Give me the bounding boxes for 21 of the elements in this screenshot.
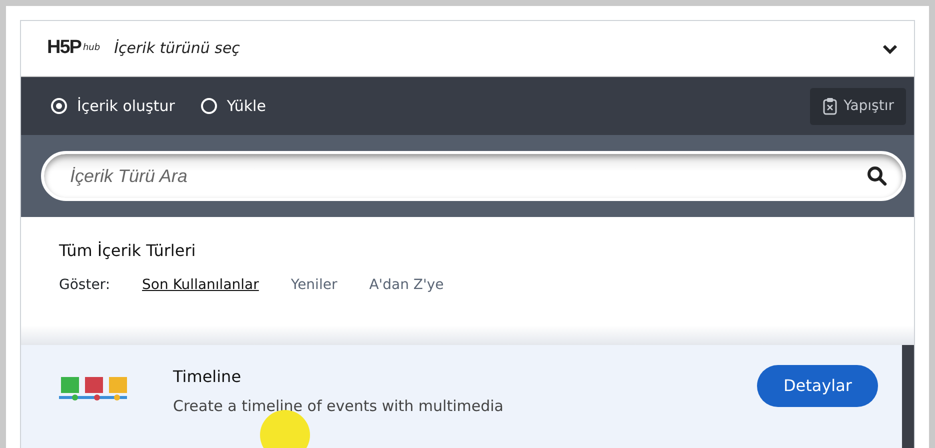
filter-label: Göster:: [59, 276, 110, 295]
radio-icon[interactable]: [51, 98, 67, 114]
clipboard-icon: [822, 97, 838, 115]
search-bar[interactable]: İçerik Türü Ara: [41, 151, 906, 201]
details-button[interactable]: Detaylar: [757, 365, 878, 407]
logo-text: H5P: [47, 36, 81, 60]
filter-link[interactable]: A'dan Z'ye: [369, 275, 444, 296]
filter-link[interactable]: Yeniler: [290, 275, 338, 296]
chevron-icon[interactable]: [882, 42, 898, 54]
radio-icon[interactable]: [200, 98, 217, 114]
radio-option[interactable]: İçerik oluştur: [51, 94, 175, 118]
scrollbar[interactable]: [902, 345, 914, 448]
radio-option[interactable]: Yükle: [200, 94, 266, 118]
search-icon[interactable]: [867, 166, 887, 186]
content-type-description: Create a timeline of events with multimedia: [173, 396, 504, 417]
filter-link[interactable]: Son Kullanılanlar: [142, 275, 259, 296]
logo-subtext: hub: [82, 42, 100, 55]
paste-button[interactable]: Yapıştır: [810, 88, 906, 124]
content-type-name: Timeline: [173, 366, 242, 388]
header-title: İçerik türünü seç: [114, 38, 240, 60]
section-title: Tüm İçerik Türleri: [59, 240, 197, 262]
